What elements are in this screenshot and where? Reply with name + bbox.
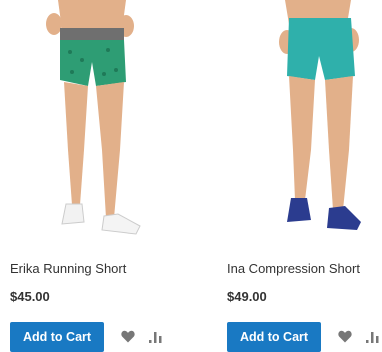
add-to-cart-button[interactable]: Add to Cart xyxy=(10,322,105,352)
product-price: $45.00 xyxy=(10,289,50,304)
compare-bars-icon[interactable] xyxy=(149,330,162,343)
product-price: $49.00 xyxy=(227,289,267,304)
product-name[interactable]: Erika Running Short xyxy=(10,261,126,276)
product-image[interactable] xyxy=(227,0,382,248)
compare-bars-icon[interactable] xyxy=(366,330,379,343)
product-card: Ina Compression Short $49.00 Add to Cart xyxy=(227,0,382,352)
add-to-cart-button[interactable]: Add to Cart xyxy=(227,322,322,352)
heart-icon[interactable] xyxy=(121,330,135,343)
product-image[interactable] xyxy=(10,0,170,248)
product-name[interactable]: Ina Compression Short xyxy=(227,261,360,276)
product-card: Erika Running Short $45.00 Add to Cart xyxy=(10,0,180,352)
heart-icon[interactable] xyxy=(338,330,352,343)
